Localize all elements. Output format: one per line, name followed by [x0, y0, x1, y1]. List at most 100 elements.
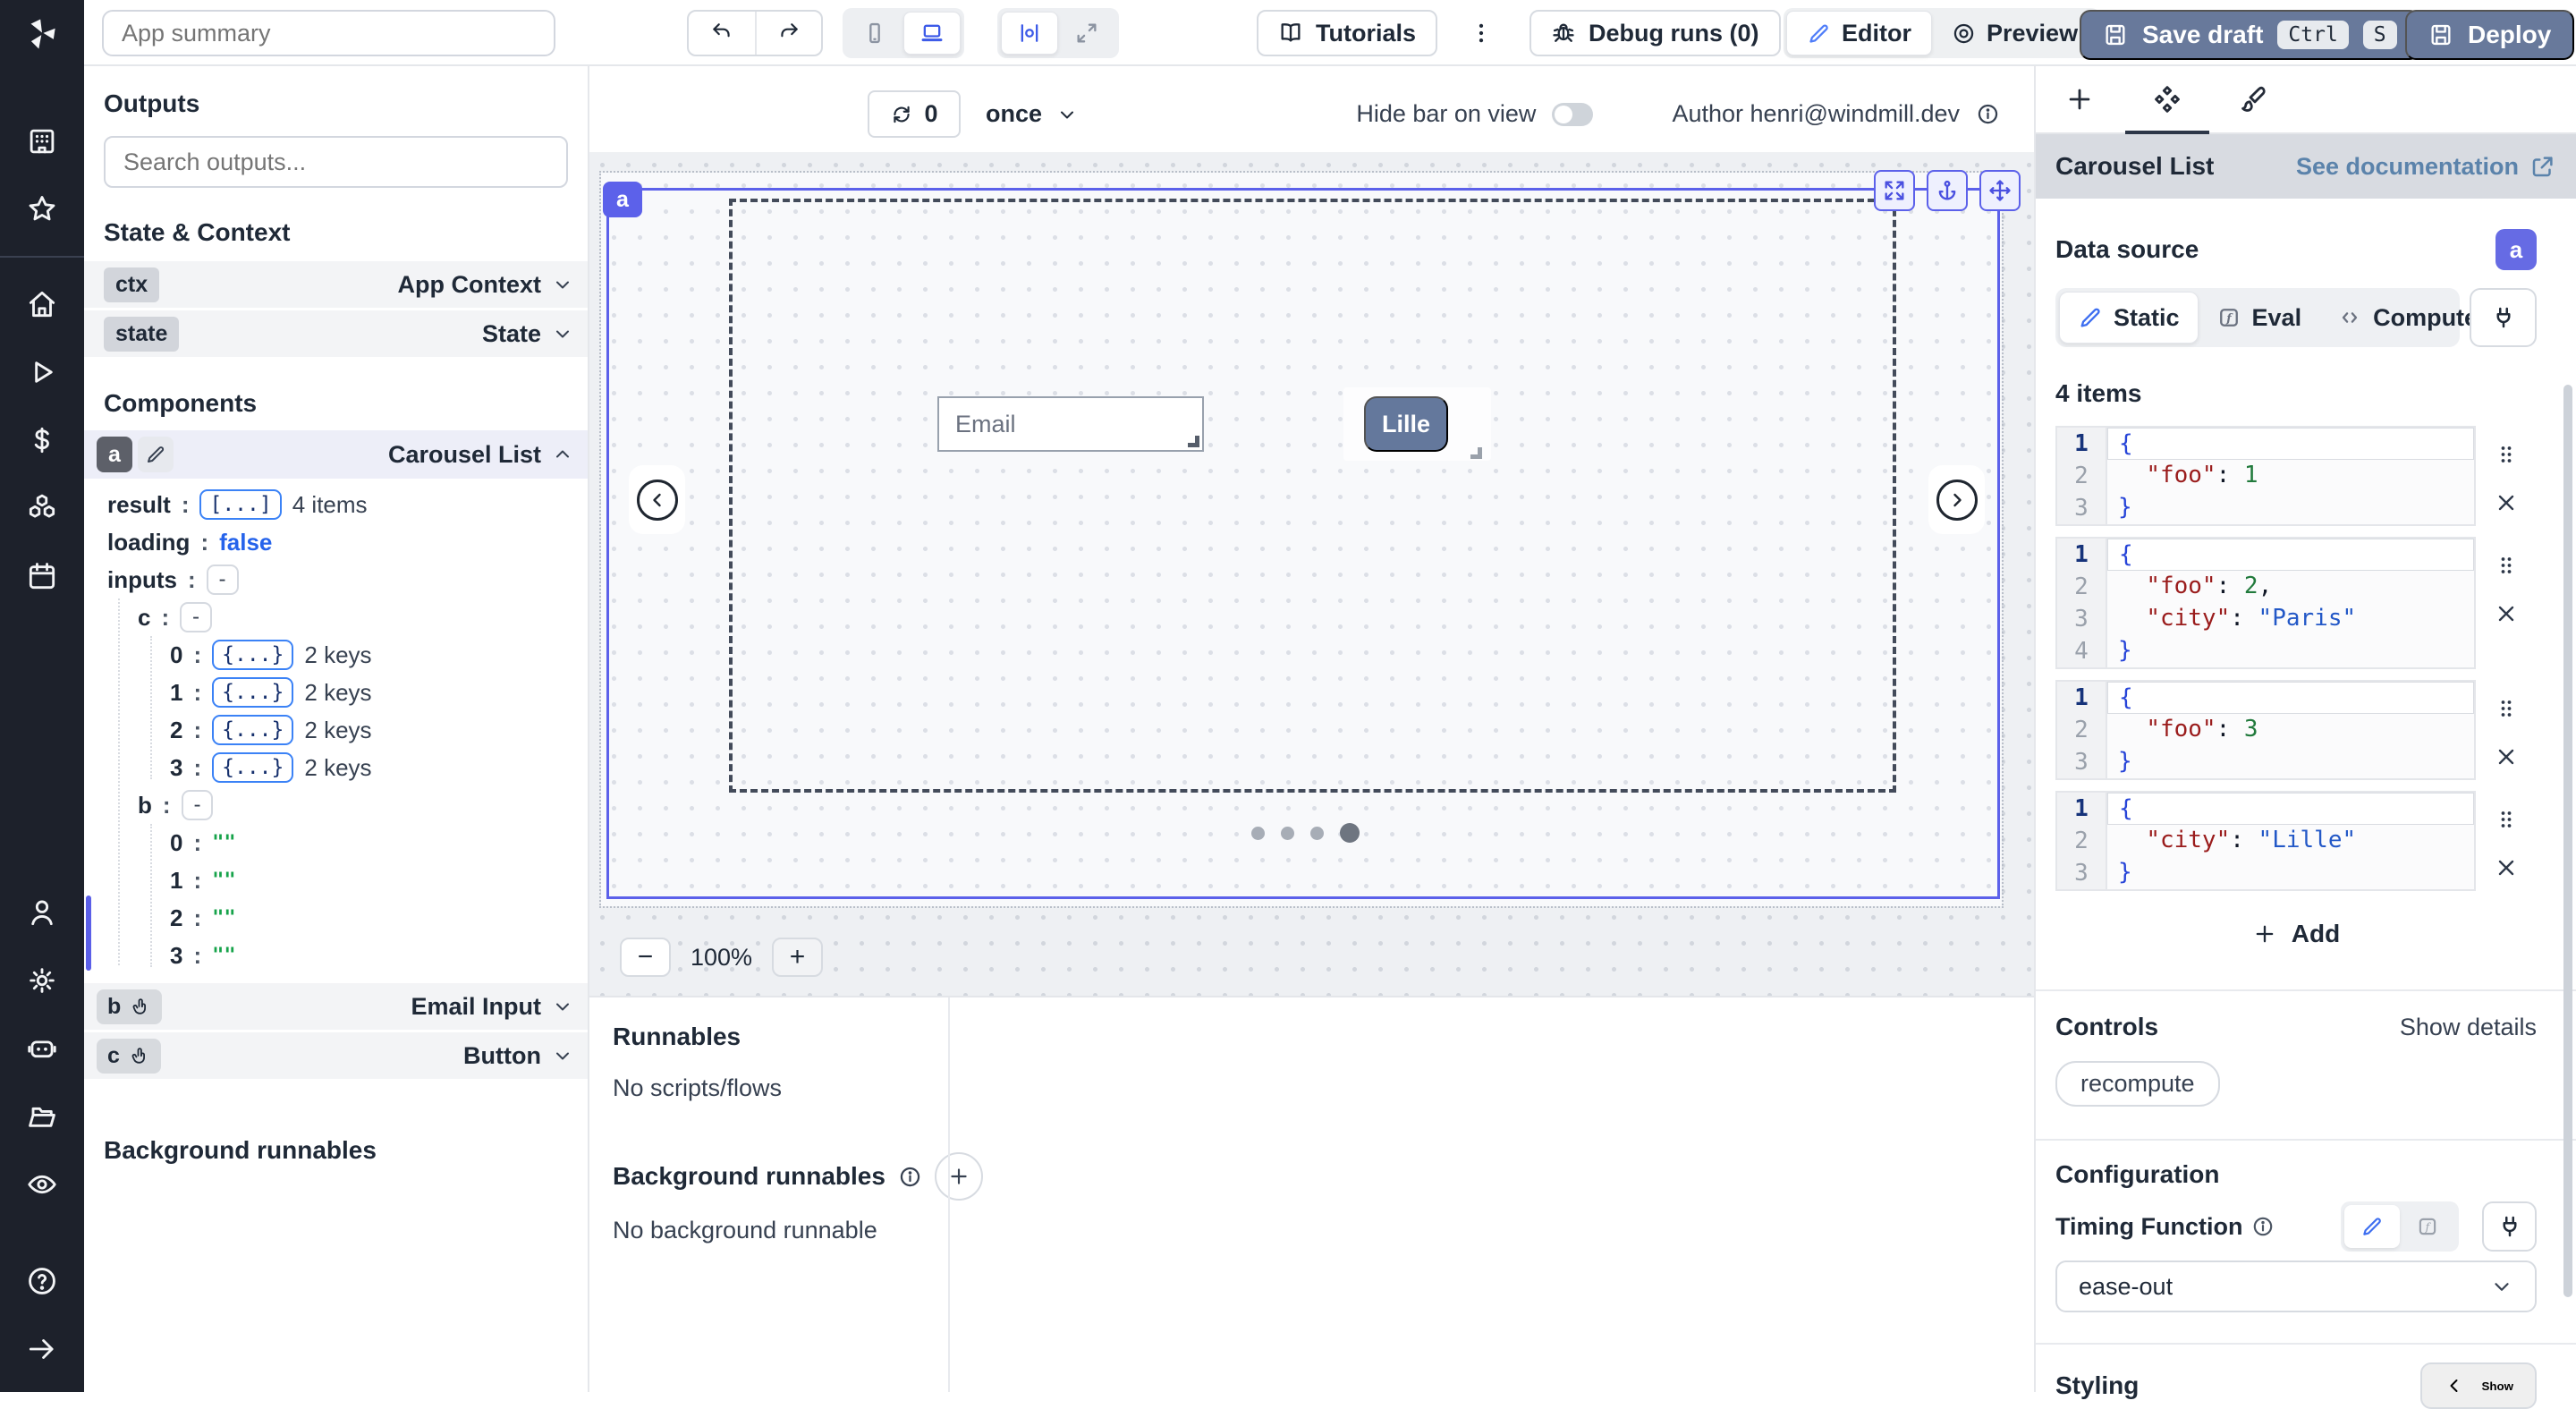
- delete-item-button[interactable]: [2494, 855, 2519, 880]
- search-outputs-input[interactable]: [104, 136, 568, 188]
- users-person-icon[interactable]: [22, 893, 62, 932]
- workspace-icon[interactable]: [22, 122, 62, 161]
- carousel-item-container[interactable]: [729, 199, 1896, 793]
- folders-icon[interactable]: [22, 1097, 62, 1136]
- context-row-state[interactable]: state State: [84, 310, 588, 357]
- connect-plug-button[interactable]: [2482, 1201, 2537, 1252]
- object-pill[interactable]: {...}: [212, 677, 293, 708]
- component-row-carousel[interactable]: a Carousel List: [84, 430, 588, 479]
- connect-plug-button[interactable]: [2470, 288, 2537, 347]
- desktop-view-button[interactable]: [903, 12, 961, 55]
- resources-blocks-icon[interactable]: [22, 488, 62, 528]
- see-documentation-link[interactable]: See documentation: [2296, 153, 2556, 181]
- app-canvas[interactable]: a Email Lille − 100% +: [589, 152, 2034, 996]
- timing-eval-tab[interactable]: f: [2400, 1205, 2455, 1248]
- drag-handle-icon[interactable]: [2494, 442, 2519, 467]
- collapse-pill[interactable]: -: [180, 602, 212, 632]
- inspector-scrollbar[interactable]: [2563, 385, 2572, 1297]
- schedules-calendar-icon[interactable]: [22, 556, 62, 596]
- context-row-ctx[interactable]: ctx App Context: [84, 261, 588, 308]
- carousel-dot[interactable]: [1310, 827, 1324, 840]
- runs-play-icon[interactable]: [22, 352, 62, 392]
- json-editor[interactable]: 123{ "foo": 3}: [2055, 680, 2476, 780]
- chevron-down-icon[interactable]: [552, 274, 573, 295]
- chevron-down-icon[interactable]: [552, 323, 573, 344]
- frequency-dropdown[interactable]: once: [986, 90, 1078, 138]
- expand-component-button[interactable]: [1874, 170, 1915, 211]
- tab-styling[interactable]: [2211, 66, 2299, 132]
- add-item-button[interactable]: Add: [2055, 918, 2537, 950]
- timing-function-select[interactable]: ease-out: [2055, 1260, 2537, 1312]
- recompute-button[interactable]: recompute: [2055, 1061, 2220, 1107]
- resize-handle[interactable]: [1470, 447, 1482, 459]
- help-question-icon[interactable]: [22, 1261, 62, 1301]
- settings-gear-icon[interactable]: [22, 961, 62, 1000]
- drag-handle-icon[interactable]: [2494, 696, 2519, 721]
- collapse-arrow-right-icon[interactable]: [22, 1329, 62, 1369]
- array-pill[interactable]: [...]: [199, 489, 281, 520]
- debug-runs-button[interactable]: Debug runs (0): [1530, 10, 1781, 56]
- mode-static-tab[interactable]: Static: [2059, 292, 2199, 344]
- carousel-prev-button[interactable]: [629, 465, 685, 534]
- component-row-button[interactable]: c Button: [84, 1032, 588, 1079]
- info-icon[interactable]: [1976, 102, 2000, 126]
- preview-tab[interactable]: Preview: [1932, 11, 2097, 55]
- show-styling-button[interactable]: Show: [2420, 1362, 2537, 1409]
- add-background-runnable-button[interactable]: [935, 1152, 983, 1201]
- save-draft-button[interactable]: Save draft Ctrl S: [2080, 10, 2420, 60]
- selected-component-tag[interactable]: a: [603, 182, 642, 217]
- editor-tab[interactable]: Editor: [1786, 11, 1932, 55]
- zoom-in-button[interactable]: +: [772, 938, 823, 977]
- app-summary-input[interactable]: [102, 10, 555, 56]
- info-icon[interactable]: [898, 1165, 922, 1189]
- object-pill[interactable]: {...}: [212, 752, 293, 783]
- deploy-button[interactable]: Deploy: [2405, 10, 2574, 60]
- carousel-dot[interactable]: [1251, 827, 1265, 840]
- home-icon[interactable]: [22, 284, 62, 324]
- carousel-next-button[interactable]: [1928, 465, 1985, 534]
- chevron-up-icon[interactable]: [552, 444, 573, 465]
- fullscreen-button[interactable]: [1058, 12, 1115, 55]
- tutorials-button[interactable]: Tutorials: [1257, 10, 1437, 56]
- carousel-dot[interactable]: [1340, 823, 1360, 843]
- hide-bar-toggle[interactable]: [1552, 103, 1593, 126]
- object-pill[interactable]: {...}: [212, 640, 293, 670]
- lille-button-component[interactable]: Lille: [1364, 396, 1448, 452]
- delete-item-button[interactable]: [2494, 490, 2519, 515]
- carousel-dot[interactable]: [1281, 827, 1294, 840]
- delete-item-button[interactable]: [2494, 601, 2519, 626]
- email-input-component[interactable]: Email: [937, 396, 1204, 452]
- json-editor[interactable]: 1234{ "foo": 2, "city": "Paris"}: [2055, 537, 2476, 669]
- mode-eval-tab[interactable]: f Eval: [2199, 292, 2320, 344]
- json-editor[interactable]: 123{ "foo": 1}: [2055, 426, 2476, 526]
- center-content-button[interactable]: [1001, 12, 1058, 55]
- info-icon[interactable]: [2251, 1215, 2275, 1238]
- drag-handle-icon[interactable]: [2494, 553, 2519, 578]
- variables-dollar-icon[interactable]: [22, 420, 62, 460]
- resize-handle[interactable]: [1188, 436, 1199, 447]
- tab-insert-component[interactable]: [2036, 66, 2123, 132]
- favorites-star-icon[interactable]: [22, 190, 62, 229]
- tab-component-settings[interactable]: [2123, 66, 2211, 132]
- refresh-count-button[interactable]: 0: [868, 90, 961, 138]
- component-row-email-input[interactable]: b Email Input: [84, 983, 588, 1030]
- more-options-kebab-button[interactable]: [1459, 10, 1504, 56]
- windmill-logo-icon[interactable]: [22, 14, 62, 54]
- left-panel-scrollbar[interactable]: [86, 895, 91, 971]
- delete-item-button[interactable]: [2494, 744, 2519, 769]
- drag-handle-icon[interactable]: [2494, 807, 2519, 832]
- object-pill[interactable]: {...}: [212, 715, 293, 745]
- rename-pencil-icon[interactable]: [138, 437, 174, 472]
- undo-button[interactable]: [689, 12, 755, 55]
- chevron-down-icon[interactable]: [552, 1045, 573, 1066]
- anchor-component-button[interactable]: [1927, 170, 1968, 211]
- zoom-out-button[interactable]: −: [620, 938, 671, 977]
- collapse-pill[interactable]: -: [207, 564, 239, 595]
- json-editor[interactable]: 123{ "city": "Lille"}: [2055, 791, 2476, 891]
- move-component-button[interactable]: [1979, 170, 2021, 211]
- ai-robot-icon[interactable]: [22, 1029, 62, 1068]
- audit-eye-icon[interactable]: [22, 1165, 62, 1204]
- chevron-down-icon[interactable]: [552, 996, 573, 1017]
- mobile-view-button[interactable]: [846, 12, 903, 55]
- timing-static-tab[interactable]: [2344, 1205, 2400, 1248]
